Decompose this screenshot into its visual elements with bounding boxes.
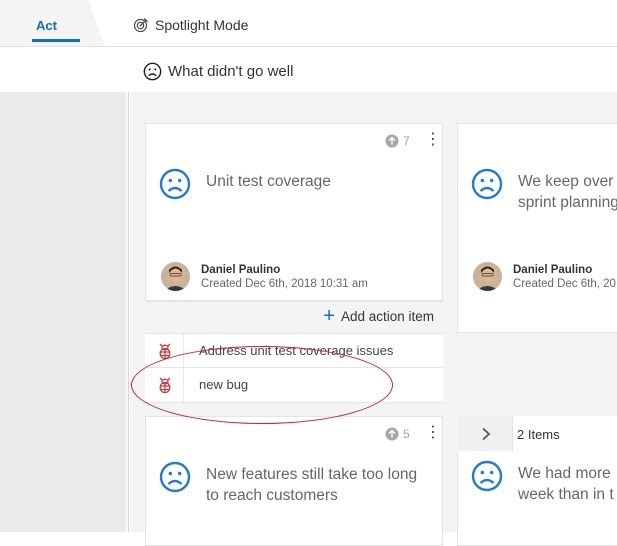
author-name: Daniel Paulino xyxy=(513,263,593,276)
avatar xyxy=(473,262,502,291)
annotation-ellipse xyxy=(131,346,393,424)
spotlight-mode-label: Spotlight Mode xyxy=(155,17,249,33)
card-title-line: sprint planning xyxy=(518,194,617,211)
card-title: New features still take too long to reac… xyxy=(206,464,417,506)
card-more-options[interactable]: ⋮ xyxy=(425,132,441,148)
spotlight-mode-button[interactable]: Spotlight Mode xyxy=(133,17,248,33)
created-date: Created Dec 6th, 20 xyxy=(513,277,616,290)
column-header xyxy=(0,47,617,91)
top-bar: Act Spotlight Mode xyxy=(0,0,617,47)
card-more-options[interactable]: ⋮ xyxy=(425,425,441,441)
sad-face-icon xyxy=(471,168,503,200)
vote-count-label: 5 xyxy=(403,427,410,441)
sad-face-icon xyxy=(143,62,162,81)
card-title: Unit test coverage xyxy=(206,171,331,192)
card-title-line: week than in t xyxy=(518,486,614,503)
sad-face-icon xyxy=(159,461,191,493)
upvote-icon xyxy=(385,134,399,148)
expand-group-button[interactable] xyxy=(458,416,513,451)
feedback-card[interactable]: We keep over sprint planning Daniel Paul… xyxy=(457,123,617,333)
card-group-header[interactable]: 2 Items xyxy=(458,416,617,452)
vote-count[interactable]: 5 xyxy=(385,427,410,441)
group-item-count: 2 Items xyxy=(517,427,560,442)
avatar xyxy=(161,262,190,291)
chevron-right-icon xyxy=(482,427,491,441)
card-title: We keep over sprint planning xyxy=(518,171,617,213)
pane-divider[interactable] xyxy=(125,92,129,532)
target-icon xyxy=(133,18,148,33)
card-title-line: We had more xyxy=(518,465,611,482)
card-author: Daniel Paulino Created Dec 6th, 2018 10:… xyxy=(161,262,368,291)
sad-face-icon xyxy=(471,460,503,492)
card-title: We had more week than in t xyxy=(518,463,614,505)
add-action-item-button[interactable]: + Add action item xyxy=(323,305,434,327)
sad-face-icon xyxy=(159,168,191,200)
card-author: Daniel Paulino Created Dec 6th, 20 xyxy=(473,262,616,291)
add-action-item-label: Add action item xyxy=(340,308,434,324)
author-name: Daniel Paulino xyxy=(201,263,281,276)
tab-act-label: Act xyxy=(36,18,57,33)
column-title: What didn't go well xyxy=(168,63,294,80)
tab-act[interactable]: Act xyxy=(0,0,105,46)
card-title-line: Unit test coverage xyxy=(206,173,331,190)
card-title-line: New features still take too long xyxy=(206,466,418,483)
plus-icon: + xyxy=(323,305,335,327)
feedback-card[interactable]: 5 ⋮ New features still take too long to … xyxy=(145,416,443,546)
feedback-card[interactable]: 7 ⋮ Unit test coverage Daniel Paulino Cr… xyxy=(145,123,443,301)
created-date: Created Dec 6th, 2018 10:31 am xyxy=(201,277,368,290)
vote-count[interactable]: 7 xyxy=(385,134,410,148)
action-bar: + Add action item xyxy=(145,301,443,334)
vote-count-label: 7 xyxy=(403,134,410,148)
card-title-line: We keep over xyxy=(518,173,614,190)
active-tab-indicator xyxy=(32,39,80,42)
upvote-icon xyxy=(385,427,399,441)
card-title-line: to reach customers xyxy=(206,487,338,504)
left-pane xyxy=(0,92,125,532)
